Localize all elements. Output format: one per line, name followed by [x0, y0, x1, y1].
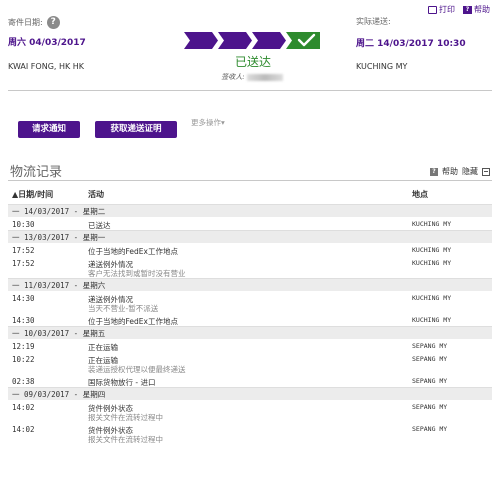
event-activity: 已送达	[88, 221, 111, 230]
delivery-status: 已送达	[234, 55, 271, 69]
actual-delivery-date: 周二 14/03/2017 10:30	[356, 39, 466, 49]
history-divider	[8, 180, 492, 181]
history-help-link[interactable]: 帮助	[442, 166, 458, 177]
history-tools: ? 帮助 隐藏	[430, 166, 490, 177]
event-time: 12:19	[12, 342, 35, 351]
table-row: 17:52 位于当地的FedEx工作地点 KUCHING MY	[8, 243, 492, 256]
event-location: KUCHING MY	[412, 316, 452, 324]
ship-to-panel: 实际递送: 周二 14/03/2017 10:30 KUCHING MY	[356, 16, 466, 71]
ship-date-label: 寄件日期:	[8, 18, 43, 27]
event-time: 17:52	[12, 259, 35, 268]
col-date-time[interactable]: ▲日期/时间	[12, 189, 53, 200]
destination-location: KUCHING MY	[356, 62, 408, 71]
event-activity: 位于当地的FedEx工作地点	[88, 317, 178, 326]
progress-step-2	[218, 32, 252, 49]
table-row: 10:30 已送达 KUCHING MY	[8, 217, 492, 230]
event-time: 14:02	[12, 403, 35, 412]
question-icon[interactable]: ?	[46, 16, 60, 29]
signer-name-redacted	[246, 73, 283, 81]
ship-from-panel: 寄件日期: ? 周六 04/03/2017 KWAI FONG, HK HK	[8, 16, 86, 71]
event-time: 10:22	[12, 355, 35, 364]
event-location: SEPANG MY	[412, 377, 448, 385]
origin-location: KWAI FONG, HK HK	[8, 62, 85, 71]
divider	[8, 90, 492, 91]
history-title: 物流记录	[10, 165, 63, 180]
event-location: SEPANG MY	[412, 425, 448, 433]
help-icon: ?	[463, 5, 472, 14]
col-location: 地点	[412, 190, 428, 199]
signer-label: 签收人:	[221, 73, 245, 81]
print-link[interactable]: 打印	[428, 4, 455, 15]
table-row: 10:22 正在运输 SEPANG MY 装递运授权代理以便最终递送	[8, 352, 492, 374]
day-header: 一 13/03/2017 - 星期一	[8, 230, 492, 243]
print-label: 打印	[439, 5, 455, 14]
table-row: 02:38 国际货物放行 - 进口 SEPANG MY	[8, 374, 492, 387]
table-row: 14:02 货件例外状态 SEPANG MY 报关文件在流转过程中	[8, 400, 492, 422]
event-location: SEPANG MY	[412, 403, 448, 411]
more-actions-dropdown[interactable]: 更多操作▾	[191, 117, 225, 128]
event-time: 10:30	[12, 220, 35, 229]
progress-step-3	[252, 32, 286, 49]
event-time: 14:30	[12, 294, 35, 303]
event-location: KUCHING MY	[412, 294, 452, 302]
printer-icon	[428, 5, 437, 14]
event-time: 02:38	[12, 377, 35, 386]
actual-delivery-label: 实际递送:	[356, 17, 391, 26]
event-location: KUCHING MY	[412, 246, 452, 254]
day-header: 一 10/03/2017 - 星期五	[8, 326, 492, 339]
table-row: 12:19 正在运输 SEPANG MY	[8, 339, 492, 352]
event-location: KUCHING MY	[412, 259, 452, 267]
table-row: 14:02 货件例外状态 SEPANG MY 报关文件在流转过程中	[8, 422, 492, 444]
event-location: SEPANG MY	[412, 355, 448, 363]
event-location: SEPANG MY	[412, 342, 448, 350]
get-proof-of-delivery-button[interactable]: 获取递送证明	[95, 121, 177, 138]
progress-step-1	[184, 32, 218, 49]
ship-date: 周六 04/03/2017	[8, 38, 86, 48]
history-hide-link[interactable]: 隐藏	[462, 166, 478, 177]
day-header: 一 11/03/2017 - 星期六	[8, 278, 492, 291]
event-location: KUCHING MY	[412, 220, 452, 228]
request-notification-button[interactable]: 请求通知	[18, 121, 80, 138]
event-activity: 国际货物放行 - 进口	[88, 378, 156, 387]
help-label: 帮助	[474, 5, 490, 14]
table-row: 14:30 位于当地的FedEx工作地点 KUCHING MY	[8, 313, 492, 326]
day-header: 一 14/03/2017 - 星期二	[8, 204, 492, 217]
history-help-icon[interactable]: ?	[430, 167, 438, 176]
event-time: 17:52	[12, 246, 35, 255]
table-row: 14:30 递送例外情况 KUCHING MY 当天不营业-暂不派送	[8, 291, 492, 313]
event-time: 14:30	[12, 316, 35, 325]
history-table: 一 14/03/2017 - 星期二 10:30 已送达 KUCHING MY 一 13…	[8, 204, 492, 444]
help-link[interactable]: ? 帮助	[463, 4, 490, 15]
history-table-header: ▲日期/时间 活动 地点	[8, 189, 492, 201]
signer-row: 签收人:	[202, 72, 302, 82]
table-row: 17:52 递送例外情况 KUCHING MY 客户无法找到或暂时没有营业	[8, 256, 492, 278]
col-activity: 活动	[88, 190, 104, 199]
collapse-icon[interactable]	[482, 167, 490, 176]
top-links: 打印 ? 帮助	[428, 4, 490, 15]
day-header: 一 09/03/2017 - 星期四	[8, 387, 492, 400]
event-time: 14:02	[12, 425, 35, 434]
event-detail: 客户无法找到或暂时没有营业	[88, 269, 186, 278]
event-detail: 报关文件在流转过程中	[88, 435, 163, 444]
progress-bar	[184, 32, 320, 49]
